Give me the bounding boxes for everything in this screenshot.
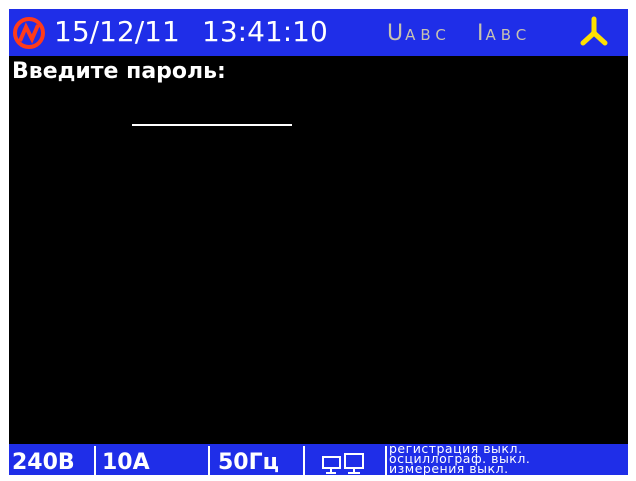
separator <box>208 446 210 475</box>
separator <box>303 446 305 475</box>
voltage-phase-indicator: U ABC <box>387 21 451 46</box>
voltage-range: 240В <box>12 450 75 475</box>
current-range: 10А <box>102 450 150 475</box>
frequency-display: 50Гц <box>218 450 279 475</box>
separator <box>94 446 96 475</box>
network-computers-icon <box>322 453 364 474</box>
password-prompt: Введите пароль: <box>12 59 226 84</box>
device-logo-icon <box>13 17 45 49</box>
date-display: 15/12/11 <box>54 15 180 48</box>
mode-status-list: регистрация выкл. осциллограф. выкл. изм… <box>389 444 625 475</box>
separator <box>385 446 387 475</box>
top-status-bar: 15/12/11 13:41:10 U ABC I ABC <box>9 9 628 56</box>
password-input[interactable] <box>132 104 292 126</box>
time-display: 13:41:10 <box>202 15 328 48</box>
current-phase-indicator: I ABC <box>477 21 532 46</box>
three-phase-star-icon <box>580 16 608 46</box>
device-screen: 15/12/11 13:41:10 U ABC I ABC Введите паро… <box>9 9 628 475</box>
bottom-status-bar: 240В 10А 50Гц регистрация выкл. осциллог… <box>9 444 628 475</box>
measurements-status: измерения выкл. <box>389 461 509 475</box>
